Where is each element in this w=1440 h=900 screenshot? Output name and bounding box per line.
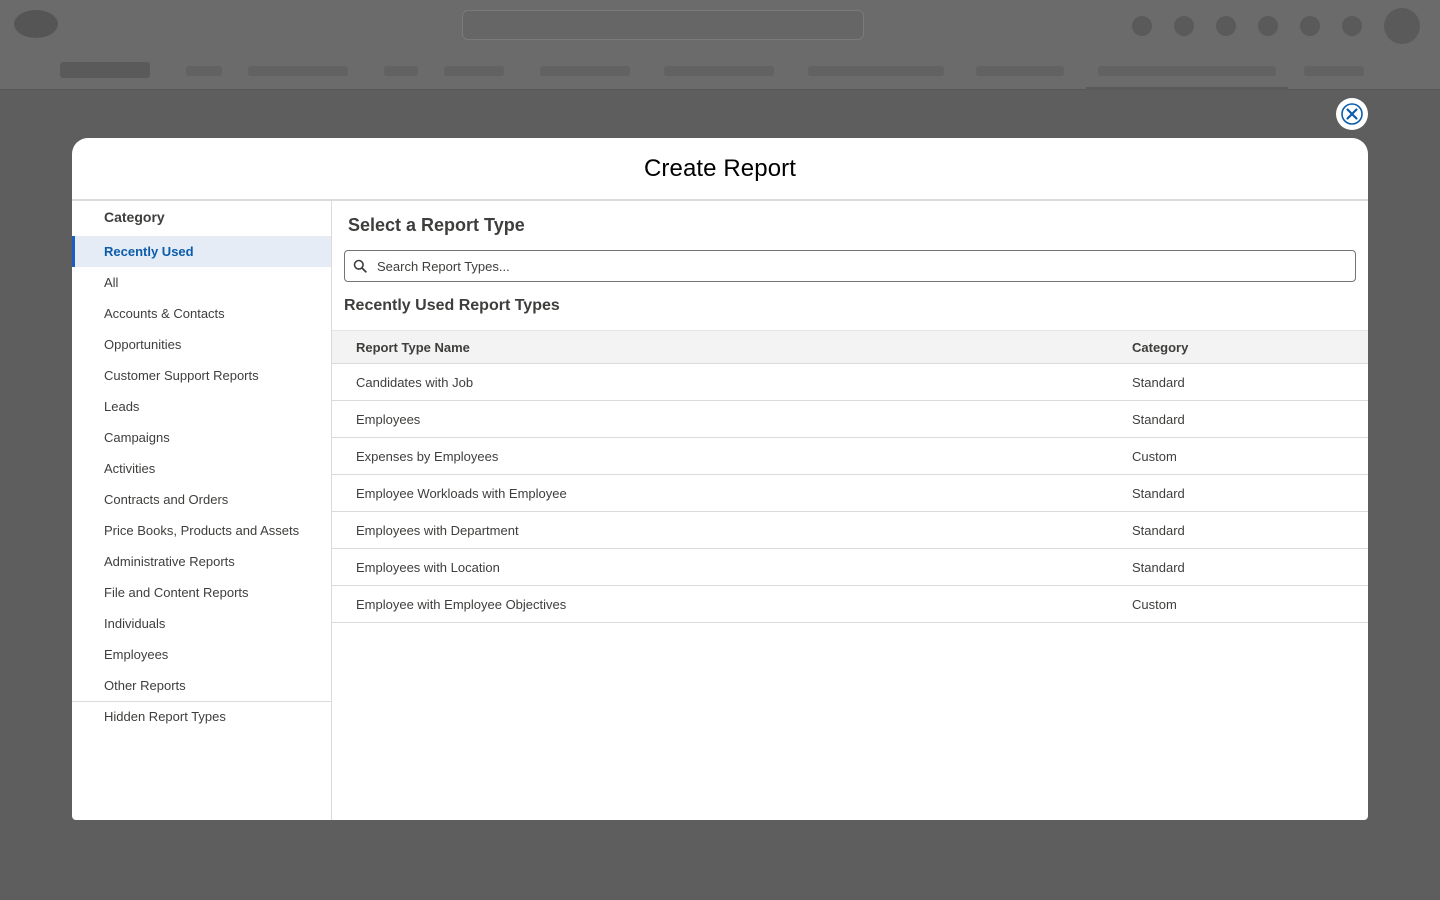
trailhead-icon bbox=[1216, 16, 1236, 36]
nav-tab bbox=[976, 66, 1064, 76]
setup-icon bbox=[1300, 16, 1320, 36]
nav-tab bbox=[1304, 66, 1364, 76]
column-header-category[interactable]: Category bbox=[1132, 340, 1188, 355]
report-type-name: Candidates with Job bbox=[356, 374, 474, 390]
select-report-type-heading: Select a Report Type bbox=[348, 215, 525, 235]
report-type-name: Employees with Department bbox=[356, 522, 519, 538]
report-type-category: Standard bbox=[1132, 374, 1185, 390]
report-type-category: Custom bbox=[1132, 596, 1177, 612]
table-row[interactable]: Employees with Department Standard bbox=[332, 512, 1368, 549]
category-item-price-books[interactable]: Price Books, Products and Assets bbox=[72, 515, 331, 546]
category-item-opportunities[interactable]: Opportunities bbox=[72, 329, 331, 360]
table-row[interactable]: Employee with Employee Objectives Custom bbox=[332, 586, 1368, 623]
report-type-category: Standard bbox=[1132, 411, 1185, 427]
global-search-bar bbox=[462, 10, 864, 40]
category-item-file-content-reports[interactable]: File and Content Reports bbox=[72, 577, 331, 608]
report-type-name: Employee with Employee Objectives bbox=[356, 596, 567, 612]
nav-tab bbox=[1098, 66, 1276, 76]
report-type-category: Custom bbox=[1132, 448, 1177, 464]
category-heading: Category bbox=[104, 209, 165, 225]
app-logo bbox=[14, 10, 58, 38]
category-item-other-reports[interactable]: Other Reports bbox=[72, 670, 331, 701]
category-item-contracts-orders[interactable]: Contracts and Orders bbox=[72, 484, 331, 515]
nav-tab bbox=[540, 66, 630, 76]
report-type-name: Expenses by Employees bbox=[356, 448, 499, 464]
report-type-category: Standard bbox=[1132, 559, 1185, 575]
category-sidebar: Category Recently Used All Accounts & Co… bbox=[72, 201, 332, 820]
app-name bbox=[60, 62, 150, 78]
report-type-name: Employees bbox=[356, 411, 421, 427]
report-type-name: Employee Workloads with Employee bbox=[356, 485, 567, 501]
category-item-individuals[interactable]: Individuals bbox=[72, 608, 331, 639]
report-types-table: Report Type Name Category Candidates wit… bbox=[332, 330, 1368, 623]
hidden-report-types-section: Hidden Report Types bbox=[72, 701, 331, 732]
avatar bbox=[1384, 8, 1420, 44]
category-item-leads[interactable]: Leads bbox=[72, 391, 331, 422]
report-type-panel: Select a Report Type Recently Used Repor… bbox=[332, 201, 1368, 820]
search-input[interactable] bbox=[377, 258, 1317, 274]
favorites-icon bbox=[1132, 16, 1152, 36]
notifications-icon bbox=[1342, 16, 1362, 36]
search-icon bbox=[353, 259, 367, 273]
nav-tab-active-indicator bbox=[1086, 87, 1288, 90]
category-item-administrative-reports[interactable]: Administrative Reports bbox=[72, 546, 331, 577]
report-type-category: Standard bbox=[1132, 485, 1185, 501]
add-icon bbox=[1174, 16, 1194, 36]
table-header-row: Report Type Name Category bbox=[332, 330, 1368, 364]
nav-tab bbox=[444, 66, 504, 76]
help-icon bbox=[1258, 16, 1278, 36]
nav-tab bbox=[664, 66, 774, 76]
background-app-header bbox=[0, 0, 1440, 90]
category-item-employees[interactable]: Employees bbox=[72, 639, 331, 670]
modal-header: Create Report bbox=[72, 138, 1368, 201]
nav-tab bbox=[808, 66, 944, 76]
report-type-search[interactable] bbox=[344, 250, 1356, 282]
table-row[interactable]: Employees with Location Standard bbox=[332, 549, 1368, 586]
category-item-customer-support-reports[interactable]: Customer Support Reports bbox=[72, 360, 331, 391]
column-header-report-type-name[interactable]: Report Type Name bbox=[332, 340, 1132, 355]
category-item-accounts-contacts[interactable]: Accounts & Contacts bbox=[72, 298, 331, 329]
table-row[interactable]: Candidates with Job Standard bbox=[332, 364, 1368, 401]
create-report-modal: Create Report Category Recently Used All… bbox=[72, 138, 1368, 820]
recently-used-heading: Recently Used Report Types bbox=[344, 297, 560, 314]
modal-body: Category Recently Used All Accounts & Co… bbox=[72, 201, 1368, 820]
modal-title: Create Report bbox=[643, 154, 797, 182]
category-list: Recently Used All Accounts & Contacts Op… bbox=[72, 236, 331, 701]
nav-tab bbox=[384, 66, 418, 76]
table-row[interactable]: Employee Workloads with Employee Standar… bbox=[332, 475, 1368, 512]
category-item-all[interactable]: All bbox=[72, 267, 331, 298]
category-item-activities[interactable]: Activities bbox=[72, 453, 331, 484]
category-item-recently-used[interactable]: Recently Used bbox=[72, 236, 331, 267]
close-icon bbox=[1341, 103, 1363, 125]
background-nav-bar bbox=[0, 54, 1440, 90]
category-item-hidden-report-types[interactable]: Hidden Report Types bbox=[72, 701, 331, 732]
nav-tab bbox=[248, 66, 348, 76]
header-icon-group bbox=[1132, 8, 1420, 44]
table-row[interactable]: Expenses by Employees Custom bbox=[332, 438, 1368, 475]
close-modal-button[interactable] bbox=[1336, 98, 1368, 130]
table-row[interactable]: Employees Standard bbox=[332, 401, 1368, 438]
category-item-campaigns[interactable]: Campaigns bbox=[72, 422, 331, 453]
nav-tab bbox=[186, 66, 222, 76]
report-type-category: Standard bbox=[1132, 522, 1185, 538]
report-type-name: Employees with Location bbox=[356, 559, 500, 575]
